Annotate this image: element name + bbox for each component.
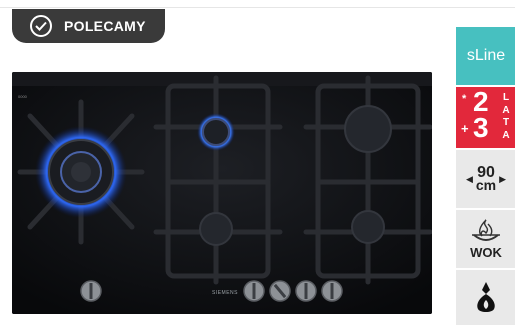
warranty-letter: A [502,104,510,116]
wok-flame-icon [472,219,500,241]
hob-corner-mark: 0000 [18,94,27,99]
warranty-star: * [462,93,467,105]
warranty-plus: + [461,121,469,136]
width-unit: cm [475,177,497,193]
triangle-right-icon: ▶ [499,173,507,184]
gas-drop-icon [477,281,495,312]
check-circle-icon [30,15,52,37]
gas-tile[interactable] [456,270,515,325]
warranty-years-extra: 3 [473,112,489,143]
width-tile[interactable]: ◀ 90 cm ▶ [456,150,515,208]
warranty-tile[interactable]: * + 2 3 L A T A [456,87,515,148]
wok-tile[interactable]: WOK [456,210,515,268]
recommended-badge: POLECAMY [12,9,165,43]
product-image[interactable]: 0000 SIEMENS [12,72,432,314]
hob-brand-label: SIEMENS [212,290,239,296]
triangle-left-icon: ◀ [465,173,473,184]
top-divider [0,7,515,8]
recommended-label: POLECAMY [64,18,146,34]
warranty-letter: T [502,117,510,128]
series-tile[interactable]: sLine [456,27,515,85]
warranty-years-label: L A T A [501,92,511,142]
warranty-letter: A [502,129,510,141]
warranty-letter: L [502,92,510,103]
wok-label: WOK [470,245,502,260]
series-label: sLine [466,47,506,64]
